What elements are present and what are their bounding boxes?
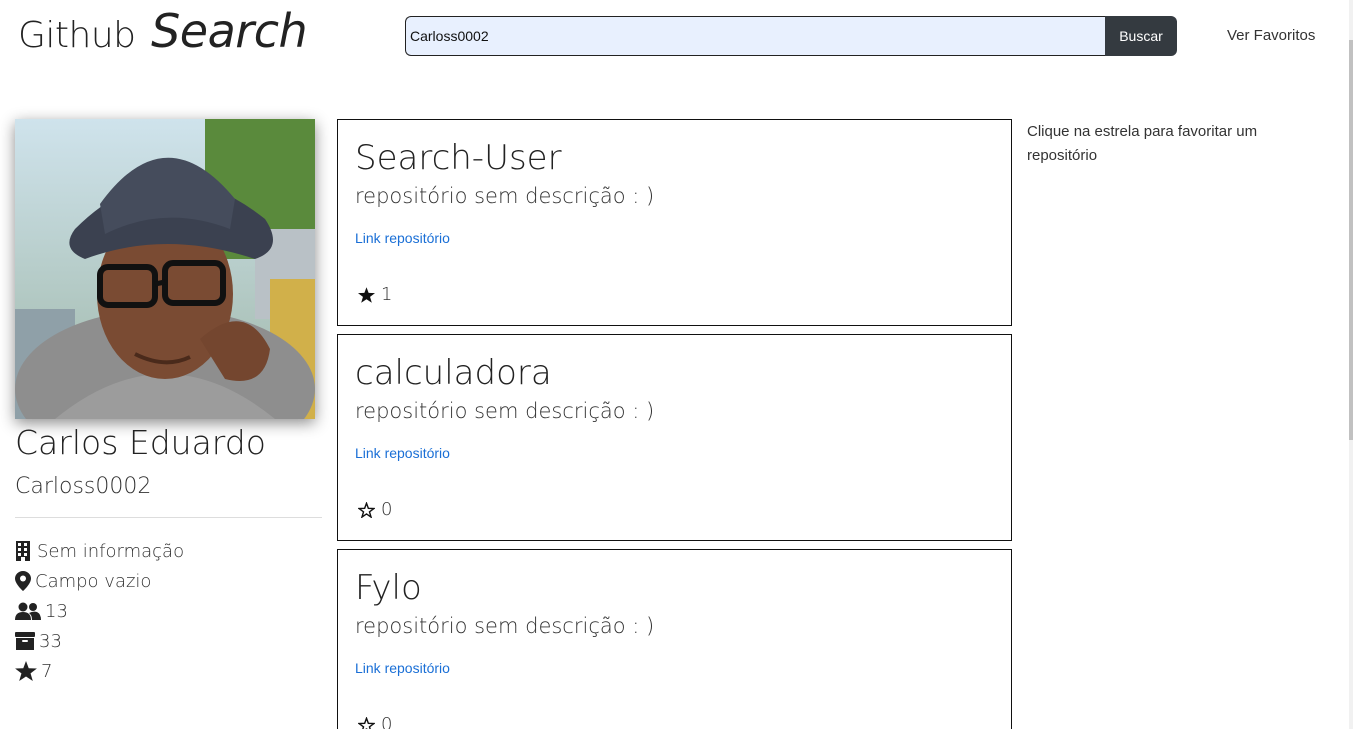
search-button[interactable]: Buscar <box>1105 16 1177 56</box>
search-form: Buscar <box>405 16 1177 56</box>
favorites-link[interactable]: Ver Favoritos <box>1227 27 1315 44</box>
repos-row: 33 <box>15 626 323 656</box>
star-filled-icon[interactable] <box>358 286 375 303</box>
repo-stars: 0 <box>358 714 392 729</box>
divider <box>15 517 322 518</box>
star-icon <box>15 661 37 681</box>
stars-row: 7 <box>15 656 323 686</box>
repo-stars: 0 <box>358 499 392 520</box>
brand-logo: Github Search <box>18 4 308 58</box>
repo-link[interactable]: Link repositório <box>355 445 994 461</box>
followers-text: 13 <box>45 600 68 622</box>
map-pin-icon <box>15 571 31 591</box>
repo-stars: 1 <box>358 284 392 305</box>
location-text: Campo vazio <box>35 570 152 592</box>
avatar <box>15 119 315 419</box>
repo-name: Fylo <box>355 568 422 608</box>
followers-row: 13 <box>15 596 323 626</box>
repo-card: Search-User repositório sem descrição : … <box>337 119 1012 326</box>
repo-name: Search-User <box>355 138 562 178</box>
brand-part1: Github <box>18 15 136 56</box>
header: Github Search Buscar Ver Favoritos <box>0 0 1353 80</box>
repo-list: Search-User repositório sem descrição : … <box>337 119 1012 729</box>
repo-link[interactable]: Link repositório <box>355 660 994 676</box>
profile-info: Sem informação Campo vazio 13 33 7 <box>15 536 323 686</box>
star-outline-icon[interactable] <box>358 716 375 729</box>
repo-star-count: 1 <box>381 284 393 305</box>
repos-count-text: 33 <box>39 630 62 652</box>
company-text: Sem informação <box>37 540 185 562</box>
brand-part2: Search <box>151 4 308 58</box>
company-row: Sem informação <box>15 536 323 566</box>
scroll-thumb[interactable] <box>1349 40 1353 440</box>
stars-count-text: 7 <box>41 660 53 682</box>
user-login: Carloss0002 <box>15 474 152 499</box>
archive-icon <box>15 632 35 650</box>
users-icon <box>15 602 41 620</box>
scrollbar[interactable] <box>1349 0 1353 729</box>
repo-star-count: 0 <box>381 714 393 729</box>
building-icon <box>16 541 30 561</box>
location-row: Campo vazio <box>15 566 323 596</box>
repo-description: repositório sem descrição : ) <box>355 184 655 208</box>
favorite-hint: Clique na estrela para favoritar um repo… <box>1027 123 1258 164</box>
repo-star-count: 0 <box>381 499 393 520</box>
repo-card: calculadora repositório sem descrição : … <box>337 334 1012 541</box>
repo-description: repositório sem descrição : ) <box>355 399 655 423</box>
repo-link[interactable]: Link repositório <box>355 230 994 246</box>
user-name: Carlos Eduardo <box>15 423 266 462</box>
repo-description: repositório sem descrição : ) <box>355 614 655 638</box>
search-input[interactable] <box>405 16 1105 56</box>
repo-card: Fylo repositório sem descrição : ) Link … <box>337 549 1012 729</box>
repo-name: calculadora <box>355 353 552 393</box>
profile-panel: Carlos Eduardo Carloss0002 Sem informaçã… <box>15 119 323 686</box>
star-outline-icon[interactable] <box>358 501 375 518</box>
